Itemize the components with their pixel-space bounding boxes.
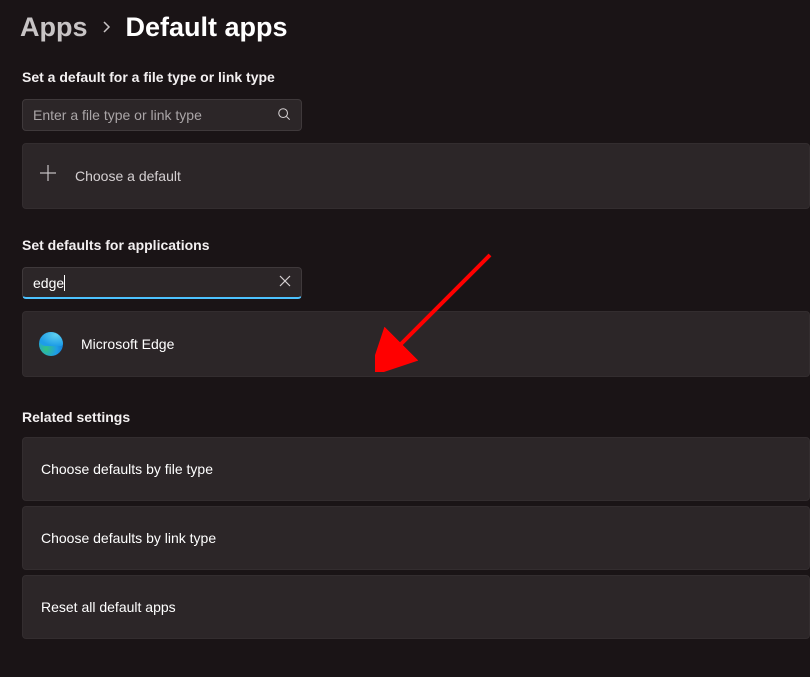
- plus-icon: [39, 164, 57, 188]
- clear-icon[interactable]: [279, 275, 291, 290]
- search-icon: [277, 107, 291, 124]
- choose-default-card[interactable]: Choose a default: [22, 143, 810, 209]
- related-file-type[interactable]: Choose defaults by file type: [22, 437, 810, 501]
- file-type-search[interactable]: [22, 99, 302, 131]
- related-item-label: Choose defaults by link type: [41, 530, 216, 546]
- page-title: Default apps: [126, 12, 288, 43]
- text-caret: [64, 275, 65, 291]
- breadcrumb-parent[interactable]: Apps: [20, 12, 88, 43]
- related-item-label: Choose defaults by file type: [41, 461, 213, 477]
- related-reset-all[interactable]: Reset all default apps: [22, 575, 810, 639]
- choose-default-label: Choose a default: [75, 168, 181, 184]
- breadcrumb: Apps Default apps: [0, 0, 810, 51]
- app-result-microsoft-edge[interactable]: Microsoft Edge: [22, 311, 810, 377]
- related-item-label: Reset all default apps: [41, 599, 176, 615]
- apps-search-value: edge: [33, 275, 64, 291]
- microsoft-edge-icon: [39, 332, 63, 356]
- related-link-type[interactable]: Choose defaults by link type: [22, 506, 810, 570]
- file-type-search-input[interactable]: [33, 107, 277, 123]
- related-settings-label: Related settings: [0, 391, 810, 425]
- apps-section-label: Set defaults for applications: [0, 219, 810, 253]
- apps-search[interactable]: edge: [22, 267, 302, 299]
- app-result-label: Microsoft Edge: [81, 336, 174, 352]
- file-type-section-label: Set a default for a file type or link ty…: [0, 51, 810, 85]
- chevron-right-icon: [102, 20, 112, 39]
